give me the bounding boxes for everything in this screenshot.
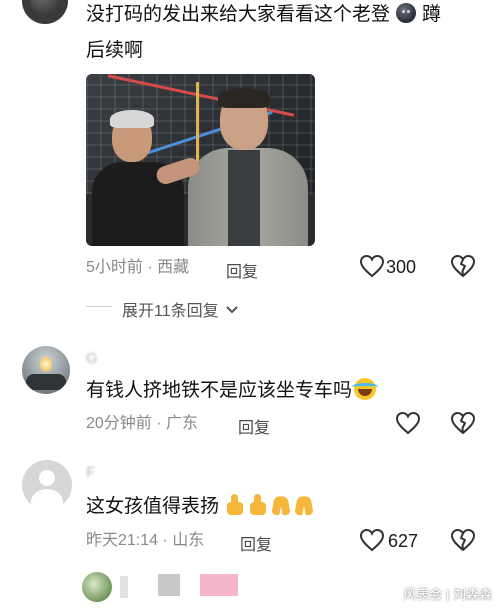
praying-hands-emoji-icon (270, 494, 292, 516)
comment-time: 20分钟前 (86, 415, 152, 432)
comment-region: 广东 (166, 415, 199, 432)
comment-text-line2: 后续啊 (86, 40, 144, 61)
username[interactable]: G (86, 350, 98, 367)
comment-text: 没打码的发出来给大家看看这个老登蹲 (86, 3, 442, 25)
redaction-block (200, 574, 238, 596)
comment-photo[interactable] (86, 74, 315, 246)
broken-heart-icon[interactable] (450, 411, 476, 435)
comment-meta: 5小时前 · 西藏 (86, 259, 190, 276)
reply-button[interactable]: 回复 (240, 531, 272, 555)
heart-outline-icon[interactable] (395, 411, 421, 435)
broken-heart-icon[interactable] (450, 528, 476, 552)
broken-heart-icon[interactable] (450, 254, 476, 278)
like-count: 627 (388, 531, 419, 551)
thumbs-up-emoji-icon (224, 494, 246, 516)
comment-text: 这女孩值得表扬 (86, 494, 316, 520)
watermark: 风表会 | 刘森森 (403, 587, 492, 602)
comment-time: 昨天21:14 (86, 532, 159, 549)
comment-text: 有钱人挤地铁不是应该坐专车吗 (86, 378, 379, 404)
comment-meta: 昨天21:14 · 山东 (86, 532, 205, 549)
reply-button[interactable]: 回复 (238, 414, 270, 438)
comment-meta: 20分钟前 · 广东 (86, 415, 199, 432)
comment-time: 5小时前 (86, 259, 143, 276)
heart-outline-icon[interactable] (359, 528, 385, 552)
like-count: 300 (386, 257, 417, 277)
avatar[interactable] (22, 0, 68, 24)
avatar[interactable] (22, 460, 72, 510)
heart-outline-icon[interactable] (359, 254, 385, 278)
praying-hands-emoji-icon (293, 494, 315, 516)
dark-face-emoji-icon (396, 3, 417, 23)
laughing-crying-emoji-icon (352, 378, 379, 400)
expand-replies-button[interactable]: 展开11条回复 (122, 297, 239, 321)
thumbs-up-emoji-icon (247, 494, 269, 516)
comment-region: 山东 (172, 532, 205, 549)
reply-button[interactable]: 回复 (226, 258, 258, 282)
avatar[interactable] (82, 572, 112, 602)
redaction-block (158, 574, 180, 596)
chevron-down-icon (225, 305, 239, 315)
reply-divider (86, 306, 112, 307)
avatar[interactable] (22, 346, 70, 394)
comment-region: 西藏 (157, 259, 190, 276)
username[interactable]: F (86, 464, 95, 481)
redaction-block (120, 576, 128, 598)
